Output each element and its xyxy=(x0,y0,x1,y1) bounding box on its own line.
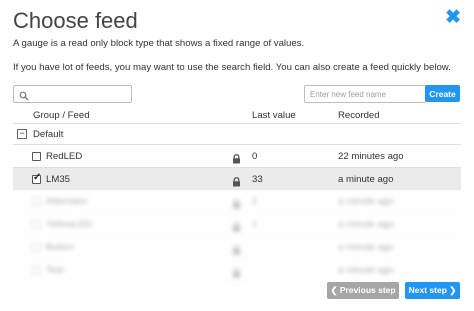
column-header-last-value: Last value xyxy=(252,110,296,121)
lock-icon xyxy=(232,242,241,260)
blurred-feed-list: Alternator 1 a minute ago YellowLED 1 a … xyxy=(13,190,461,282)
feed-checkbox-checked[interactable]: ✓ xyxy=(32,172,42,184)
next-step-button[interactable]: Next step ❯ xyxy=(405,282,460,299)
search-hint: If you have lot of feeds, you may want t… xyxy=(13,62,451,73)
feed-name: Test xyxy=(46,265,64,276)
feed-last-value: 33 xyxy=(252,174,263,185)
group-row-default: − Default xyxy=(13,124,461,144)
new-feed-name-input[interactable] xyxy=(304,85,426,103)
feed-name: Alternator xyxy=(46,196,88,207)
feed-name: LM35 xyxy=(46,174,70,185)
gauge-description: A gauge is a read only block type that s… xyxy=(13,38,305,49)
feed-checkbox xyxy=(32,243,41,252)
feed-recorded: a minute ago xyxy=(338,196,394,207)
close-icon[interactable]: ✖ xyxy=(445,8,461,28)
feed-recorded: a minute ago xyxy=(338,219,394,230)
feed-last-value: 0 xyxy=(252,151,258,162)
lock-icon xyxy=(232,265,241,283)
feed-recorded: a minute ago xyxy=(338,242,394,253)
search-box[interactable] xyxy=(13,85,132,103)
group-name: Default xyxy=(33,129,64,140)
lock-icon xyxy=(232,196,241,214)
feed-recorded: a minute ago xyxy=(338,265,394,276)
column-header-recorded: Recorded xyxy=(338,110,380,121)
feed-recorded: 22 minutes ago xyxy=(338,151,404,162)
previous-step-button[interactable]: ❮ Previous step xyxy=(327,282,399,299)
feed-last-value: 1 xyxy=(252,219,258,230)
feed-checkbox xyxy=(32,197,41,206)
feed-checkbox xyxy=(32,220,41,229)
column-header-group-feed: Group / Feed xyxy=(33,110,90,121)
feed-row-lm35[interactable]: ✓ LM35 33 a minute ago xyxy=(13,168,461,190)
feed-name: RedLED xyxy=(46,151,83,162)
blurred-row: YellowLED 1 a minute ago xyxy=(13,213,461,236)
search-icon xyxy=(19,88,29,106)
feed-name: Button xyxy=(46,242,74,253)
feed-recorded: a minute ago xyxy=(338,174,394,185)
search-input[interactable] xyxy=(32,86,128,102)
choose-feed-dialog: Choose feed ✖ A gauge is a read only blo… xyxy=(0,0,474,311)
feed-checkbox[interactable] xyxy=(32,152,41,161)
blurred-row: Test a minute ago xyxy=(13,259,461,282)
dialog-title: Choose feed xyxy=(13,8,138,33)
lock-icon xyxy=(232,219,241,237)
blurred-row: Button a minute ago xyxy=(13,236,461,259)
blurred-row: Alternator 1 a minute ago xyxy=(13,190,461,213)
collapse-group-icon[interactable]: − xyxy=(17,129,27,139)
checkmark-icon: ✓ xyxy=(33,172,42,183)
feed-name: YellowLED xyxy=(46,219,93,230)
feed-row-redled[interactable]: RedLED 0 22 minutes ago xyxy=(13,145,461,167)
create-feed-button[interactable]: Create xyxy=(425,85,460,102)
feed-last-value: 1 xyxy=(252,196,258,207)
feed-checkbox xyxy=(32,266,41,275)
